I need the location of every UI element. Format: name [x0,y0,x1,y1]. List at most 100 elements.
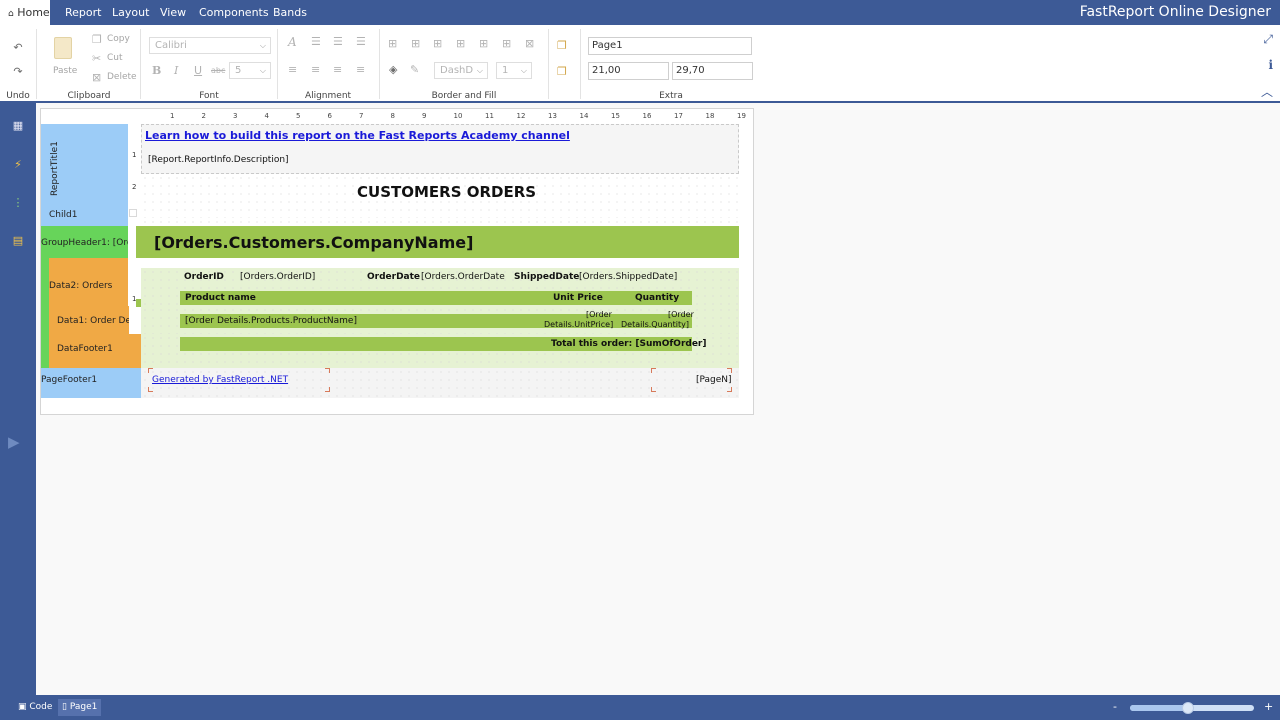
properties-icon[interactable]: ▤ [9,232,27,250]
border-none-icon[interactable]: ⊠ [525,37,534,50]
band-label-data1[interactable]: Data1: Order Deta [53,316,133,326]
design-workspace: 1 2 3 4 5 6 7 8 9 10 11 12 13 14 15 16 17 18 19 ReportTitl… [36,105,1280,695]
tab-bands[interactable]: Bands [273,0,307,25]
preview-play-icon[interactable]: ▶ [8,433,20,451]
column-qty[interactable]: Quantity [635,293,679,303]
unit-price-field-2[interactable]: Details.UnitPrice] [544,320,613,329]
page-width-input[interactable]: 21,00 [588,62,669,80]
fullscreen-icon[interactable]: ⤢ [1263,32,1273,47]
bring-front-icon[interactable]: ❐ [557,39,567,52]
border-left-icon[interactable]: ⊞ [479,37,488,50]
zoom-out-button[interactable]: - [1113,700,1117,713]
border-all-icon[interactable]: ⊞ [388,37,397,50]
align-center-icon[interactable]: ≡ [311,63,320,76]
unit-price-field-1[interactable]: [Order [586,310,612,319]
paste-button[interactable]: Paste [50,37,78,77]
report-description[interactable]: [Report.ReportInfo.Description] [148,155,289,165]
report-page: 1 2 3 4 5 6 7 8 9 10 11 12 13 14 15 16 17 18 19 ReportTitl… [40,108,754,415]
bold-icon[interactable]: B [152,64,161,77]
ruler-number: 18 [705,112,715,120]
data-tree-icon[interactable]: ⋮ [9,194,27,212]
redo-icon[interactable]: ↷ [12,65,24,78]
academy-link[interactable]: Learn how to build this report on the Fa… [145,129,570,142]
band-label-page-footer[interactable]: PageFooter1 [37,375,97,385]
delete-button[interactable]: ⊠ Delete [92,71,137,84]
column-price[interactable]: Unit Price [553,293,603,303]
product-name-field[interactable]: [Order Details.Products.ProductName] [185,316,357,326]
order-date-value[interactable]: [Orders.OrderDate [421,272,505,282]
shipped-date-label[interactable]: ShippedDate [514,272,579,282]
shipped-date-value[interactable]: [Orders.ShippedDate] [579,272,677,282]
line-color-icon[interactable]: ✎ [410,63,419,76]
undo-icon[interactable]: ↶ [12,41,24,54]
ruler-number: 16 [642,112,652,120]
quantity-field-2[interactable]: Details.Quantity] [621,320,689,329]
column-product[interactable]: Product name [185,293,256,303]
cut-button[interactable]: ✂ Cut [92,52,132,65]
vruler-num: 2 [132,183,137,191]
divider [580,29,581,99]
tab-layout[interactable]: Layout [112,0,149,25]
line-width-select[interactable]: 1 ⌵ [496,62,532,79]
collapse-ribbon-icon[interactable]: ︿ [1261,83,1273,100]
company-name-field[interactable]: [Orders.Customers.CompanyName] [154,233,473,252]
align-justify-icon[interactable]: ≡ [356,63,365,76]
chevron-down-icon: ⌵ [520,66,527,75]
band-label-data2[interactable]: Data2: Orders [45,281,112,291]
border-right-icon[interactable]: ⊞ [502,37,511,50]
font-size-select[interactable]: 5 ⌵ [229,62,271,79]
band-label-group-header[interactable]: GroupHeader1: [Order [37,238,129,248]
band-label-data-footer[interactable]: DataFooter1 [53,344,113,354]
zoom-in-button[interactable]: + [1264,700,1273,713]
quantity-field-1[interactable]: [Order [668,310,694,319]
report-title[interactable]: CUSTOMERS ORDERS [357,183,536,201]
align-right-icon[interactable]: ≡ [333,63,342,76]
band-strip-data1-ext [129,312,141,326]
strikethrough-icon[interactable]: abc [211,66,225,75]
italic-icon[interactable]: I [174,64,178,77]
zoom-slider-thumb[interactable] [1182,702,1195,714]
border-bottom-icon[interactable]: ⊞ [456,37,465,50]
ruler-number: 9 [422,112,427,120]
zoom-slider[interactable] [1130,702,1254,714]
align-top-icon[interactable]: ☰ [311,35,321,48]
order-id-label[interactable]: OrderID [184,272,224,282]
order-id-value[interactable]: [Orders.OrderID] [240,272,315,282]
info-icon[interactable]: i [1268,58,1273,72]
total-field[interactable]: Total this order: [SumOfOrder] [551,339,706,349]
align-middle-icon[interactable]: ☰ [333,35,343,48]
child-band[interactable] [141,218,739,226]
tab-home[interactable]: ⌂ Home [0,0,50,25]
page-height-input[interactable]: 29,70 [672,62,753,80]
align-bottom-icon[interactable]: ☰ [356,35,366,48]
page-tab[interactable]: ▯ Page1 [58,699,102,716]
order-date-label[interactable]: OrderDate [367,272,420,282]
copy-button[interactable]: ❐ Copy [92,33,132,46]
font-name-select[interactable]: Calibri ⌵ [149,37,271,54]
tab-view[interactable]: View [160,0,186,25]
band-label-child[interactable]: Child1 [45,210,77,220]
send-back-icon[interactable]: ❐ [557,65,567,78]
align-left-icon[interactable]: ≡ [288,63,297,76]
tab-report[interactable]: Report [65,0,101,25]
ruler-number: 19 [737,112,746,120]
fill-color-icon[interactable]: ◈ [389,63,397,76]
border-inner-icon[interactable]: ⊞ [411,37,420,50]
events-icon[interactable]: ⚡ [9,156,27,174]
generated-by-link[interactable]: Generated by FastReport .NET [152,375,288,385]
text-effects-icon[interactable]: A [288,35,297,49]
report-tree-icon[interactable]: ▦ [9,117,27,135]
border-top-icon[interactable]: ⊞ [433,37,442,50]
delete-icon: ⊠ [92,71,102,84]
page-number-field[interactable]: [PageN] [696,375,732,385]
column-header-row [180,291,692,305]
dash-style-select[interactable]: DashD ⌵ [434,62,488,79]
band-label-report-title[interactable]: ReportTitle1 [50,136,60,196]
page-name-input[interactable]: Page1 [588,37,752,55]
underline-icon[interactable]: U [194,64,202,77]
bottom-bar: ▣ Code ▯ Page1 - + [0,695,1280,720]
code-tab[interactable]: ▣ Code [14,699,56,716]
tab-components[interactable]: Components [199,0,269,25]
app-title: FastReport Online Designer [1079,4,1271,20]
paste-label: Paste [53,66,78,76]
